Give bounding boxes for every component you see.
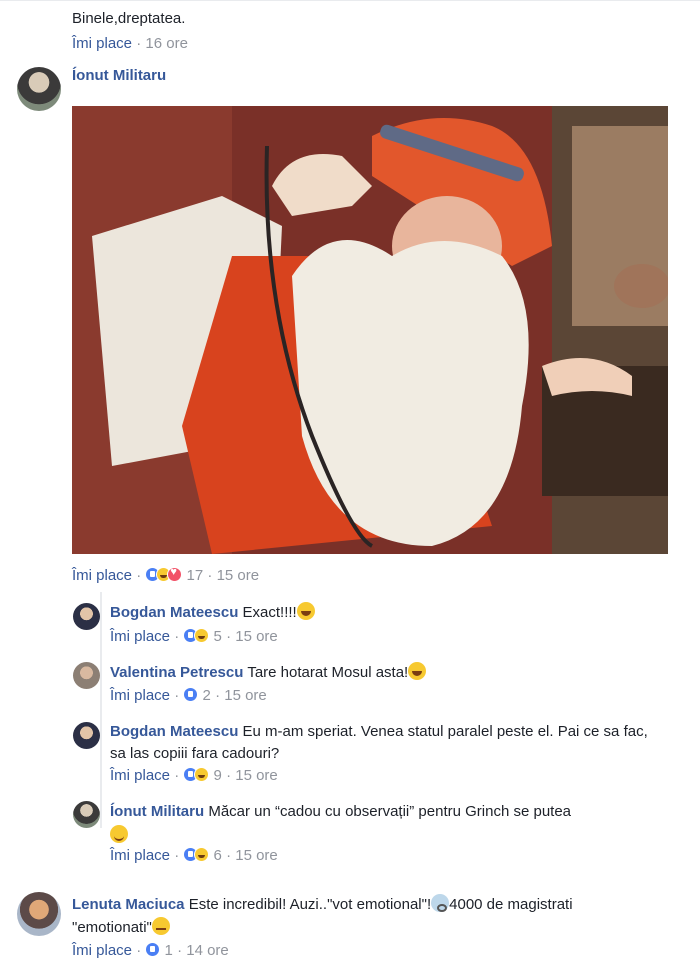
previous-comment-text: Binele,dreptatea. (72, 10, 186, 27)
top-divider (0, 0, 700, 1)
reply-body: Bogdan Mateescu Eu m-am speriat. Venea s… (110, 721, 650, 765)
like-link[interactable]: Îmi place (72, 942, 132, 959)
previous-comment-meta: Îmi place · 16 ore (72, 35, 188, 52)
like-link[interactable]: Îmi place (72, 567, 132, 584)
reply-text: Măcar un “cadou cu observații” pentru Gr… (208, 803, 572, 820)
timestamp[interactable]: 16 ore (145, 35, 188, 52)
comment-meta: Îmi place · 1 · 14 ore (72, 942, 229, 959)
reply-author[interactable]: Valentina Petrescu (110, 664, 243, 681)
comment-photo[interactable] (72, 106, 668, 554)
reply-author[interactable]: Bogdan Mateescu (110, 723, 238, 740)
like-icon (145, 942, 161, 957)
timestamp[interactable]: 14 ore (186, 942, 229, 959)
reply-author[interactable]: Bogdan Mateescu (110, 604, 238, 621)
comment-text: 4000 de magistrati (449, 896, 573, 913)
smile-emoji-icon (110, 825, 128, 843)
reply-meta: Îmi place · 5 · 15 ore (110, 628, 278, 645)
avatar[interactable] (73, 603, 100, 630)
reactions-summary[interactable]: 17 (145, 566, 207, 584)
comment-meta: Îmi place · 17 · 15 ore (72, 566, 260, 584)
reactions-summary[interactable]: 9 (183, 767, 226, 784)
haha-icon (194, 767, 210, 782)
like-link[interactable]: Îmi place (110, 767, 170, 784)
laugh-emoji-icon (408, 662, 427, 680)
reply-text: Exact!!!! (242, 604, 297, 621)
avatar[interactable] (73, 662, 100, 689)
haha-icon (194, 847, 210, 862)
reply-body: Valentina Petrescu Tare hotarat Mosul as… (110, 662, 670, 681)
reply-body: Bogdan Mateescu Exact!!!! (110, 602, 670, 621)
love-icon (167, 566, 183, 582)
avatar[interactable] (73, 801, 100, 828)
reply-body: Íonut Militaru Măcar un “cadou cu observ… (110, 800, 650, 848)
comment-author[interactable]: Lenuta Maciuca (72, 896, 185, 913)
reaction-count: 1 (164, 942, 173, 959)
reply-text: Tare hotarat Mosul asta! (247, 664, 409, 681)
like-link[interactable]: Îmi place (110, 628, 170, 645)
santa-photo-image (72, 106, 668, 554)
reply-meta: Îmi place · 9 · 15 ore (110, 767, 278, 784)
laugh-emoji-icon (296, 602, 315, 620)
like-link[interactable]: Îmi place (72, 35, 132, 52)
timestamp[interactable]: 15 ore (224, 687, 267, 704)
reaction-count: 9 (213, 767, 222, 784)
reactions-summary[interactable]: 6 (183, 847, 226, 864)
reply-meta: Îmi place · 6 · 15 ore (110, 847, 278, 864)
timestamp[interactable]: 15 ore (217, 567, 260, 584)
timestamp[interactable]: 15 ore (235, 767, 278, 784)
reaction-count: 5 (213, 628, 222, 645)
like-icon (183, 687, 199, 702)
annoyed-emoji-icon (151, 917, 170, 935)
comment-body: Lenuta Maciuca Este incredibil! Auzi.."v… (72, 893, 672, 939)
timestamp[interactable]: 15 ore (235, 847, 278, 864)
reply-author[interactable]: Íonut Militaru (110, 803, 204, 820)
avatar[interactable] (17, 67, 61, 111)
reaction-count: 2 (202, 687, 211, 704)
reply-thread-line (100, 592, 102, 828)
reaction-count: 6 (213, 847, 222, 864)
sad-emoji-icon (431, 894, 450, 912)
like-link[interactable]: Îmi place (110, 847, 170, 864)
timestamp[interactable]: 15 ore (235, 628, 278, 645)
comment-text: "emotionati" (72, 919, 152, 936)
avatar[interactable] (73, 722, 100, 749)
reactions-summary[interactable]: 5 (183, 628, 226, 645)
like-link[interactable]: Îmi place (110, 687, 170, 704)
reactions-summary[interactable]: 1 (145, 942, 177, 959)
haha-icon (194, 628, 210, 643)
reactions-summary[interactable]: 2 (183, 687, 215, 704)
reply-meta: Îmi place · 2 · 15 ore (110, 687, 267, 704)
comment-text: Este incredibil! Auzi.."vot emotional"! (188, 896, 432, 913)
comment-author[interactable]: Íonut Militaru (72, 67, 166, 84)
reaction-count: 17 (186, 567, 204, 584)
avatar[interactable] (17, 892, 61, 936)
